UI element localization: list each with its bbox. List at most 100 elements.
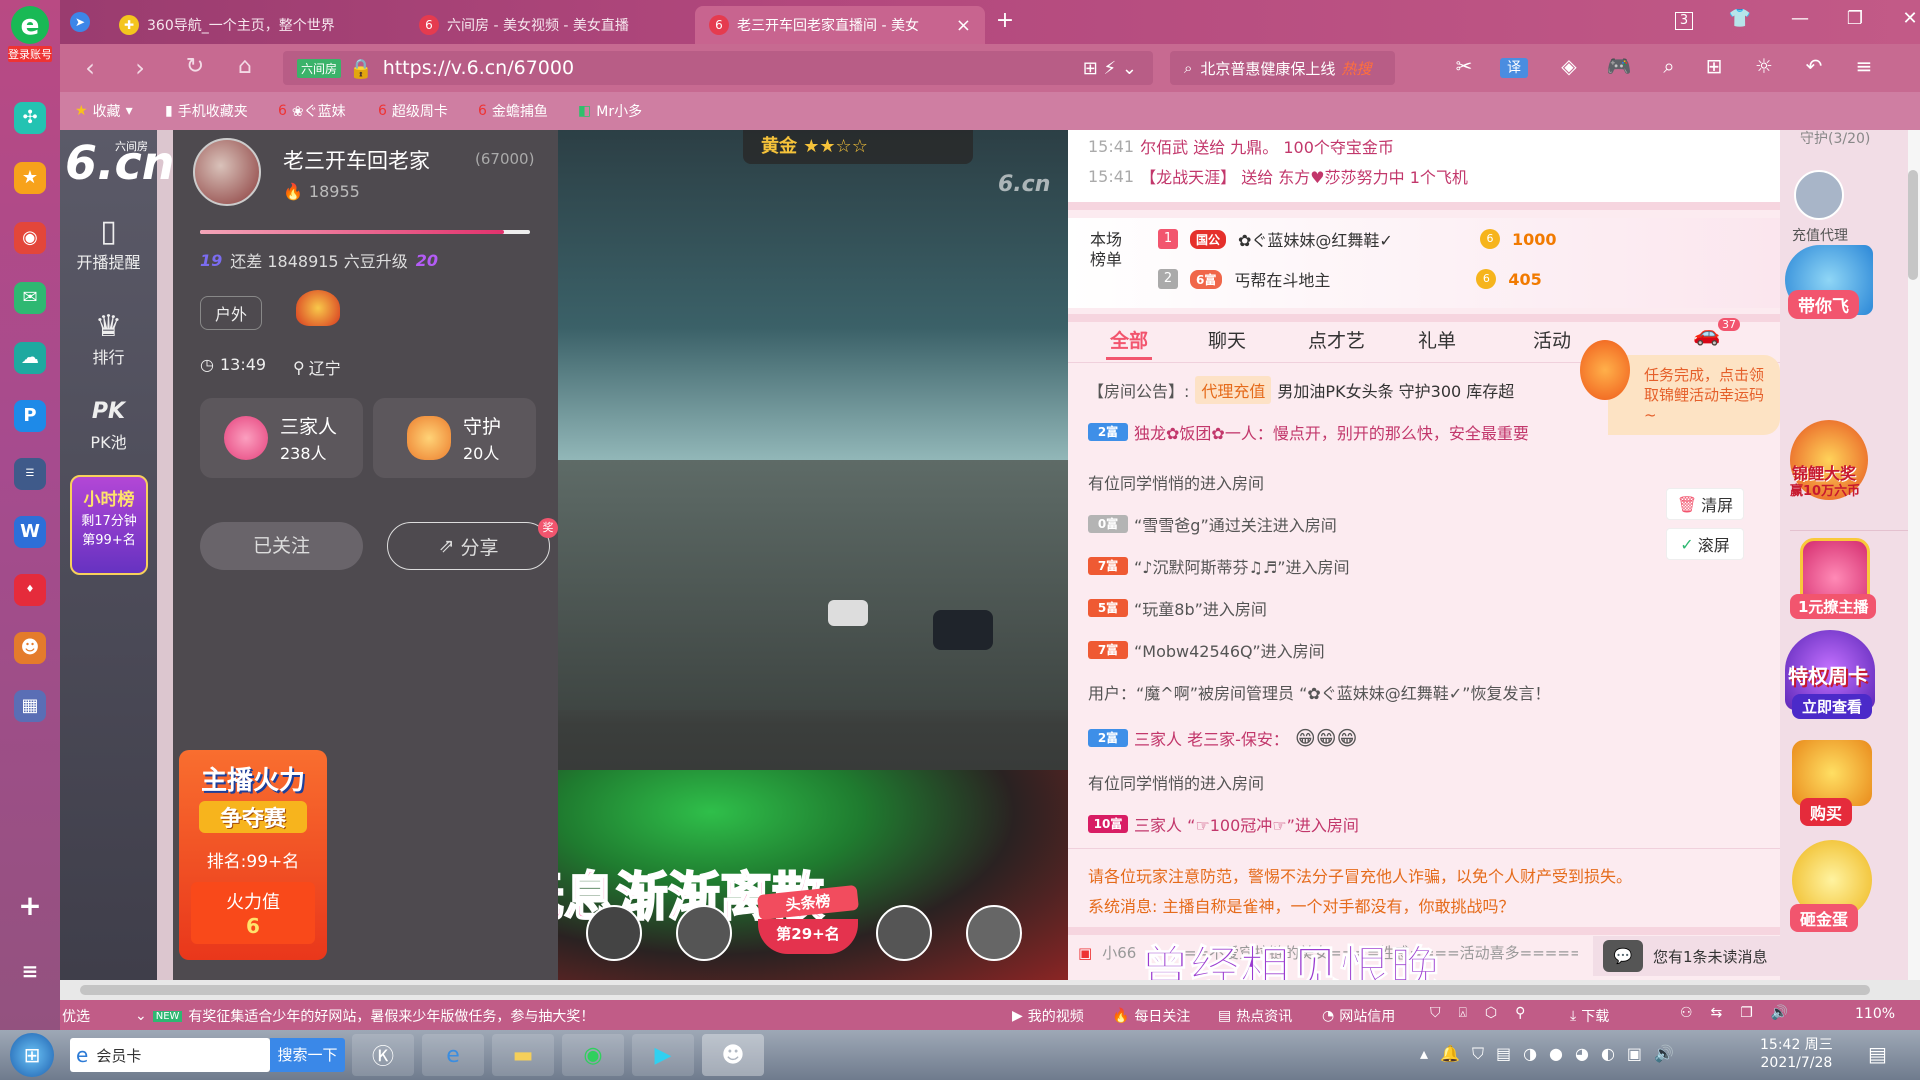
bookmark-fishing[interactable]: 6 金蟾捕鱼 <box>478 101 548 121</box>
fire-contest-card[interactable]: 主播火力 争夺赛 排名:99+名 火力值 6 <box>179 750 327 960</box>
sidebar-app-icon[interactable]: ✣ <box>14 102 46 134</box>
add-icon[interactable]: + <box>14 890 46 922</box>
zoom-level[interactable]: 110% <box>1855 1006 1895 1022</box>
menu-list-icon[interactable]: ≡ <box>14 955 46 987</box>
360-browser-icon[interactable]: ◉ <box>562 1034 624 1076</box>
download-link[interactable]: ⤓ 下载 <box>1570 1006 1609 1026</box>
bookmark-weekly-card[interactable]: 6 超级周卡 <box>378 101 448 121</box>
back-icon[interactable]: ‹ <box>75 54 105 82</box>
my-video-link[interactable]: ▶ 我的视频 <box>1012 1006 1084 1026</box>
system-clock[interactable]: 15:42 周三 2021/7/28 <box>1760 1036 1833 1072</box>
tab-live-room[interactable]: 6 老三开车回老家直播间 - 美女 × <box>695 6 985 44</box>
scrollbar-thumb[interactable] <box>80 985 1870 995</box>
tab-talent[interactable]: 点才艺 <box>1308 326 1365 353</box>
task-popup[interactable]: 任务完成，点击领取锦鲤活动幸运码~ <box>1608 355 1780 435</box>
game-map-icon[interactable]: ▦ <box>14 690 46 722</box>
top-viewer-avatar[interactable] <box>876 905 932 961</box>
weibo-icon[interactable]: ◉ <box>14 222 46 254</box>
close-window-icon[interactable]: ✕ <box>1895 8 1920 29</box>
ie-browser-icon[interactable]: e <box>422 1034 484 1076</box>
unread-message-bar[interactable]: 💬 您有1条未读消息 <box>1593 936 1780 976</box>
rank-row[interactable]: 2 6富 丐帮在斗地主 6 405 <box>1158 264 1542 294</box>
page-scrollbar[interactable] <box>1908 130 1920 980</box>
notification-icon[interactable]: ▤ <box>1868 1042 1887 1066</box>
forward-icon[interactable]: › <box>125 54 155 82</box>
scissors-icon[interactable]: ✂ <box>1450 54 1478 78</box>
top-viewer-avatar[interactable] <box>586 905 642 961</box>
rank-row[interactable]: 1 国公 ✿ぐ蓝妹妹@红舞鞋✓ 6 1000 <box>1158 224 1557 254</box>
brightness-icon[interactable]: ☼ <box>1750 54 1778 78</box>
site-logo[interactable]: 6.cn 六间房 <box>65 135 175 195</box>
cloud-icon[interactable]: ☁ <box>14 342 46 374</box>
tab-all[interactable]: 全部 <box>1106 326 1153 360</box>
login-account-button[interactable]: e 登录账号 <box>8 6 52 72</box>
taskbar-search-input[interactable]: e 会员卡 <box>70 1038 270 1072</box>
mail-icon[interactable]: ✉ <box>14 282 46 314</box>
find-icon[interactable]: ⌕ <box>1655 54 1683 78</box>
qr-and-dropdown-icon[interactable]: ⊞ ⚡ ⌄ <box>1083 58 1137 79</box>
family-card[interactable]: 三家人 238人 <box>200 398 363 478</box>
tab-close-icon[interactable]: × <box>956 15 971 36</box>
site-credit-link[interactable]: ◔ 网站信用 <box>1322 1006 1395 1026</box>
tag-outdoor[interactable]: 户外 <box>200 296 263 330</box>
coupon-icon[interactable]: ◈ <box>1555 54 1583 78</box>
bookmark-lanmei[interactable]: 6 ❀ぐ蓝妹 <box>278 101 346 121</box>
taskbar-search-button[interactable]: 搜索一下 <box>270 1038 345 1072</box>
kuwo-app-icon[interactable]: Ⓚ <box>352 1034 414 1076</box>
grid-icon[interactable]: ⊞ <box>1700 54 1728 78</box>
nav-pk-pool[interactable]: PK PK池 <box>60 395 157 453</box>
treasure-icon[interactable] <box>1792 740 1872 806</box>
restore-icon[interactable]: ❐ <box>1840 8 1870 29</box>
session-rank-title[interactable]: 本场榜单 <box>1090 230 1130 270</box>
anchor-avatar[interactable] <box>193 138 261 206</box>
notice-tag[interactable]: 代理充值 <box>1195 376 1272 404</box>
browser-menu-icon[interactable]: ≡ <box>1850 54 1878 78</box>
status-misc-icons[interactable]: ⚇⇆❐🔊 <box>1680 1005 1806 1021</box>
navigate-icon[interactable]: ➤ <box>70 12 90 32</box>
gamepad-icon[interactable]: 🎮 <box>1605 54 1633 78</box>
video-player-icon[interactable]: ▶ <box>632 1034 694 1076</box>
file-explorer-icon[interactable]: ▬ <box>492 1034 554 1076</box>
favorite-star-icon[interactable]: ★ <box>14 162 46 194</box>
top-viewer-avatar[interactable] <box>966 905 1022 961</box>
game-app-icon[interactable]: ☰ <box>14 458 46 490</box>
top-viewer-avatar[interactable] <box>676 905 732 961</box>
bookmark-mobile[interactable]: ▮ 手机收藏夹 <box>165 101 248 121</box>
daily-focus-link[interactable]: 🔥 每日关注 <box>1112 1006 1190 1026</box>
p-app-icon[interactable]: P <box>14 400 46 432</box>
promo-label[interactable]: 立即查看 <box>1792 694 1873 719</box>
home-icon[interactable]: ⌂ <box>230 54 260 79</box>
search-box[interactable]: ⌕ 北京普惠健康保上线 热搜 <box>1170 51 1395 85</box>
game-character-icon[interactable]: ☻ <box>14 632 46 664</box>
tab-360-nav[interactable]: ✚ 360导航_一个主页，整个世界 <box>105 6 395 44</box>
gold-rank-badge[interactable]: 黄金 ★★☆☆ <box>743 130 973 164</box>
skin-icon[interactable]: 👕 <box>1725 8 1755 29</box>
red-app-icon[interactable]: ♦ <box>14 574 46 606</box>
bookmark-mrxiaoduo[interactable]: ◧ Mr小多 <box>578 101 642 121</box>
tab-chat[interactable]: 聊天 <box>1208 326 1246 353</box>
windows-start-icon[interactable]: ⊞ <box>10 1033 54 1077</box>
medal-icon[interactable] <box>296 290 340 326</box>
tab-6cn[interactable]: 6 六间房 - 美女视频 - 美女直播 <box>405 6 695 44</box>
nav-live-reminder[interactable]: ▯ 开播提醒 <box>60 215 157 273</box>
guard-card[interactable]: 守护 20人 <box>373 398 536 478</box>
promo-label[interactable]: 购买 <box>1800 798 1853 826</box>
clear-screen-button[interactable]: 🗑 清屏 <box>1666 488 1744 520</box>
undo-icon[interactable]: ↶ <box>1800 54 1828 78</box>
status-tool-icons[interactable]: ⛉⍓⬡⚲ <box>1430 1005 1543 1021</box>
nav-ranking[interactable]: ♛ 排行 <box>60 310 157 368</box>
new-tab-button[interactable]: + <box>990 8 1020 33</box>
hot-news-link[interactable]: ▤ 热点资讯 <box>1218 1006 1292 1026</box>
followed-button[interactable]: 已关注 <box>200 522 363 570</box>
news-ticker[interactable]: ⌄ NEW 有奖征集适合少年的好网站，暑假来少年版做任务，参与抽大奖！ <box>135 1006 594 1026</box>
share-button[interactable]: ⇗ 分享 <box>387 522 550 570</box>
toutiao-rank-badge[interactable]: 头条榜 第29+名 <box>756 884 860 964</box>
promo-label[interactable]: 1元撩主播 <box>1790 594 1877 619</box>
word-doc-icon[interactable]: W <box>14 516 46 548</box>
scroll-screen-button[interactable]: ✓ 滚屏 <box>1666 528 1744 560</box>
minimize-icon[interactable]: — <box>1785 8 1815 29</box>
refresh-icon[interactable]: ↻ <box>180 54 210 79</box>
guard-avatar[interactable] <box>1794 170 1844 220</box>
promo-label[interactable]: 带你飞 <box>1788 290 1859 319</box>
address-bar[interactable]: 六间房 🔒 https://v.6.cn/67000 ⊞ ⚡ ⌄ <box>283 51 1153 85</box>
